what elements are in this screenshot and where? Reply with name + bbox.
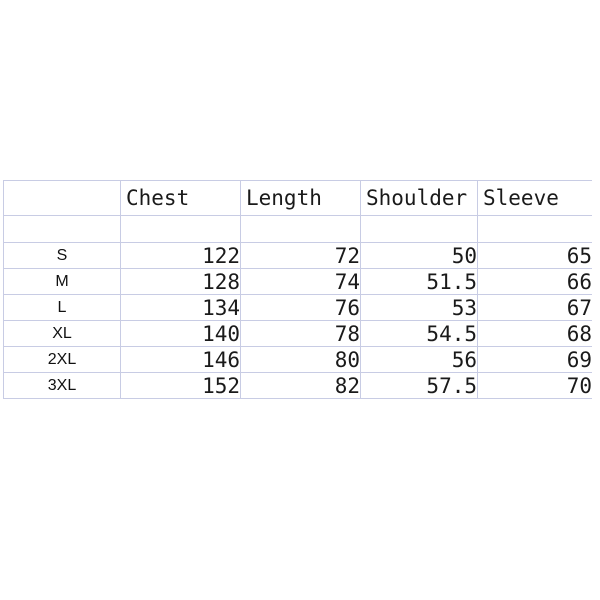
spacer-cell-size (3, 215, 121, 243)
cell-size: 2XL (3, 346, 121, 373)
cell-chest: 122 (120, 242, 241, 269)
cell-length: 80 (240, 346, 361, 373)
cell-shoulder: 51.5 (360, 268, 478, 295)
cell-chest: 134 (120, 294, 241, 321)
header-chest: Chest (120, 180, 241, 216)
cell-shoulder: 57.5 (360, 372, 478, 399)
cell-chest: 128 (120, 268, 241, 295)
header-length: Length (240, 180, 361, 216)
table-header-row: Chest Length Shoulder Sleeve (3, 180, 592, 216)
table-head: Chest Length Shoulder Sleeve (3, 180, 592, 216)
table-row: L 134 76 53 67 (3, 294, 592, 321)
table-row: XL 140 78 54.5 68 (3, 320, 592, 347)
header-shoulder: Shoulder (360, 180, 478, 216)
spacer-cell-shoulder (360, 215, 478, 243)
cell-shoulder: 53 (360, 294, 478, 321)
table-spacer-row (3, 215, 592, 243)
cell-chest: 140 (120, 320, 241, 347)
cell-shoulder: 56 (360, 346, 478, 373)
size-chart-table: Chest Length Shoulder Sleeve S 122 72 50… (3, 180, 592, 399)
cell-length: 76 (240, 294, 361, 321)
cell-length: 72 (240, 242, 361, 269)
table-row: 3XL 152 82 57.5 70 (3, 372, 592, 399)
cell-length: 78 (240, 320, 361, 347)
cell-size: S (3, 242, 121, 269)
header-sleeve: Sleeve (477, 180, 592, 216)
size-chart-container: Chest Length Shoulder Sleeve S 122 72 50… (3, 180, 592, 418)
table-row: 2XL 146 80 56 69 (3, 346, 592, 373)
size-chart-image: Chest Length Shoulder Sleeve S 122 72 50… (0, 0, 600, 600)
spacer-cell-chest (120, 215, 241, 243)
table-body: S 122 72 50 65 M 128 74 51.5 66 L 134 76 (3, 215, 592, 399)
cell-sleeve: 66 (477, 268, 592, 295)
cell-length: 82 (240, 372, 361, 399)
cell-sleeve: 65 (477, 242, 592, 269)
table-row: S 122 72 50 65 (3, 242, 592, 269)
cell-size: L (3, 294, 121, 321)
cell-size: XL (3, 320, 121, 347)
cell-shoulder: 54.5 (360, 320, 478, 347)
cell-size: 3XL (3, 372, 121, 399)
cell-sleeve: 67 (477, 294, 592, 321)
table-row: M 128 74 51.5 66 (3, 268, 592, 295)
cell-size: M (3, 268, 121, 295)
cell-shoulder: 50 (360, 242, 478, 269)
header-corner-cell (3, 180, 121, 216)
cell-chest: 146 (120, 346, 241, 373)
cell-sleeve: 69 (477, 346, 592, 373)
spacer-cell-length (240, 215, 361, 243)
cell-sleeve: 68 (477, 320, 592, 347)
cell-sleeve: 70 (477, 372, 592, 399)
cell-length: 74 (240, 268, 361, 295)
spacer-cell-sleeve (477, 215, 592, 243)
cell-chest: 152 (120, 372, 241, 399)
